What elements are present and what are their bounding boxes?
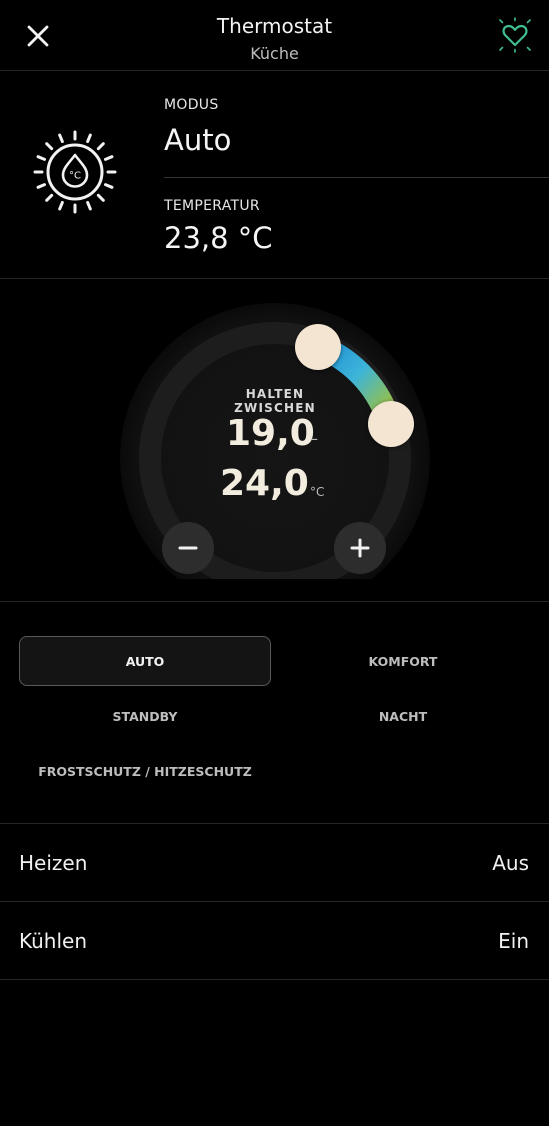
high-setpoint-handle[interactable] xyxy=(368,401,414,447)
dial-tick xyxy=(36,155,47,161)
cooling-label: Kühlen xyxy=(19,929,88,953)
plus-icon xyxy=(350,538,370,558)
mode-label: MODUS xyxy=(164,97,219,113)
setpoint-dial: HALTEN ZWISCHEN 19,0 – 24,0 °C xyxy=(0,279,549,602)
status-section: °C MODUS Auto TEMPERATUR 23,8 °C xyxy=(0,71,549,279)
heating-value: Aus xyxy=(492,851,529,875)
range-dash: – xyxy=(310,429,318,448)
dial-tick xyxy=(58,133,64,144)
heating-row[interactable]: Heizen Aus xyxy=(0,824,549,902)
low-setpoint-value: 19,0 xyxy=(226,413,315,454)
header: Thermostat Küche xyxy=(0,0,549,71)
room-subtitle: Küche xyxy=(250,44,299,63)
dial-tick xyxy=(86,133,92,144)
thermostat-dial-icon: °C xyxy=(33,130,117,214)
decrease-button[interactable] xyxy=(162,522,214,574)
dial-tick xyxy=(96,142,105,151)
heart-icon xyxy=(499,17,531,53)
dial-tick xyxy=(36,183,47,189)
mode-option-standby[interactable]: STANDBY xyxy=(19,691,271,741)
mode-option-nacht[interactable]: NACHT xyxy=(277,691,529,741)
minus-icon xyxy=(178,546,198,550)
increase-button[interactable] xyxy=(334,522,386,574)
dial-icon-text: °C xyxy=(69,171,81,182)
cooling-row[interactable]: Kühlen Ein xyxy=(0,902,549,980)
mode-option-auto[interactable]: AUTO xyxy=(19,636,271,686)
dial-tick xyxy=(45,142,54,151)
favorite-button[interactable] xyxy=(496,16,534,54)
dial-tick xyxy=(86,200,92,211)
cooling-value: Ein xyxy=(498,929,529,953)
hold-between-label: HALTEN ZWISCHEN xyxy=(234,387,316,415)
temperature-label: TEMPERATUR xyxy=(164,198,260,214)
heating-label: Heizen xyxy=(19,851,88,875)
divider xyxy=(164,177,549,178)
dial-tick xyxy=(45,193,54,202)
unit-label: °C xyxy=(310,485,325,499)
page-title: Thermostat xyxy=(216,14,333,38)
dial-tick xyxy=(103,183,114,189)
dial-tick xyxy=(96,193,105,202)
dial-tick xyxy=(103,155,114,161)
dial-tick xyxy=(58,200,64,211)
high-setpoint-value: 24,0 xyxy=(220,463,309,504)
mode-value: Auto xyxy=(164,123,232,157)
mode-selector: AUTO KOMFORT STANDBY NACHT FROSTSCHUTZ /… xyxy=(0,602,549,824)
mode-option-komfort[interactable]: KOMFORT xyxy=(277,636,529,686)
low-setpoint-handle[interactable] xyxy=(295,324,341,370)
mode-option-frostschutz[interactable]: FROSTSCHUTZ / HITZESCHUTZ xyxy=(19,746,271,796)
temperature-value: 23,8 °C xyxy=(164,221,273,255)
